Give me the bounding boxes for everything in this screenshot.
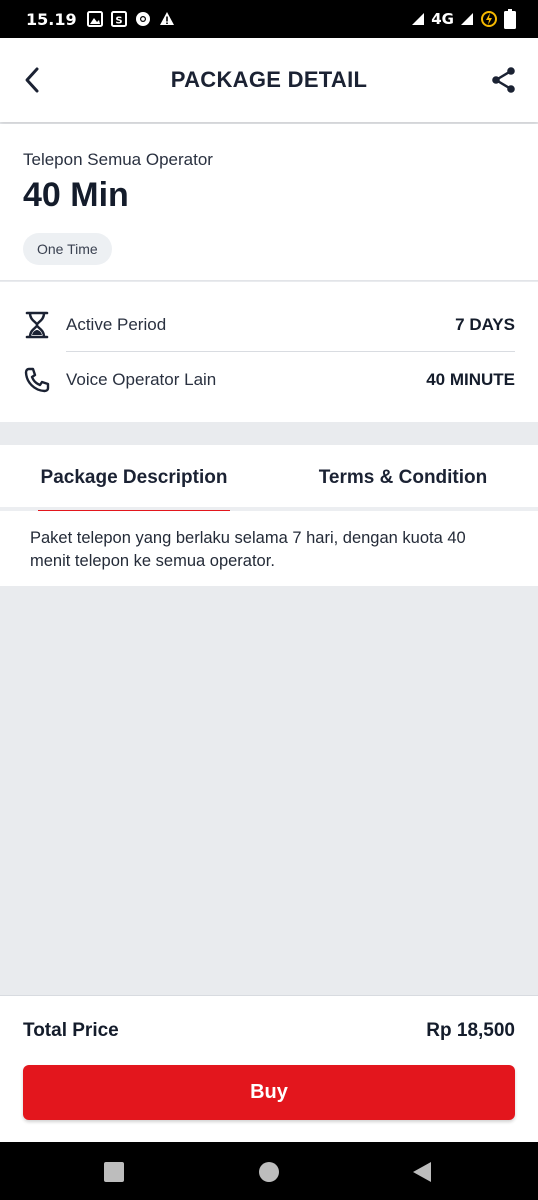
system-back-button[interactable] bbox=[410, 1160, 434, 1184]
detail-value: 40 MINUTE bbox=[426, 370, 515, 389]
tab-package-description[interactable]: Package Description bbox=[38, 445, 230, 515]
system-nav-bar bbox=[0, 1142, 538, 1200]
hourglass-icon bbox=[23, 311, 51, 339]
share-button[interactable] bbox=[488, 64, 520, 96]
package-details: Active Period 7 DAYS Voice Operator Lain… bbox=[0, 282, 538, 422]
screenshot-notification-icon: S bbox=[110, 11, 127, 27]
square-icon bbox=[104, 1162, 124, 1182]
circle-icon bbox=[259, 1162, 279, 1182]
chevron-left-icon bbox=[25, 67, 39, 93]
recents-button[interactable] bbox=[102, 1160, 126, 1184]
package-description-text: Paket telepon yang berlaku selama 7 hari… bbox=[0, 511, 538, 586]
gallery-notification-icon bbox=[86, 11, 103, 27]
notification-icons: S bbox=[86, 11, 175, 27]
package-summary: Telepon Semua Operator 40 Min One Time bbox=[0, 124, 538, 281]
status-time: 15.19 bbox=[26, 9, 77, 29]
tab-terms-condition[interactable]: Terms & Condition bbox=[290, 445, 516, 511]
signal-icon bbox=[412, 13, 425, 25]
page-title: PACKAGE DETAIL bbox=[170, 67, 368, 92]
phone-icon bbox=[23, 366, 51, 394]
network-type: 4G bbox=[431, 10, 454, 28]
tab-bar: Package Description Terms & Condition bbox=[0, 445, 538, 515]
package-subtitle: Telepon Semua Operator bbox=[23, 150, 213, 169]
home-button[interactable] bbox=[257, 1160, 281, 1184]
battery-icon bbox=[504, 9, 516, 29]
detail-label: Active Period bbox=[66, 315, 167, 334]
checkout-bar: Total Price Rp 18,500 Buy bbox=[0, 995, 538, 1142]
data-saver-icon bbox=[481, 11, 497, 27]
status-bar: 15.19 S 4G bbox=[0, 0, 538, 38]
detail-value: 7 DAYS bbox=[455, 315, 515, 334]
total-price-label: Total Price bbox=[23, 1020, 119, 1041]
chrome-notification-icon bbox=[135, 11, 151, 27]
status-right: 4G bbox=[411, 9, 516, 29]
signal-icon-2 bbox=[461, 13, 473, 25]
package-type-chip: One Time bbox=[23, 233, 112, 265]
share-icon bbox=[492, 67, 515, 93]
package-quota: 40 Min bbox=[23, 176, 129, 214]
detail-label: Voice Operator Lain bbox=[66, 370, 217, 389]
detail-row-active-period: Active Period 7 DAYS bbox=[0, 297, 538, 353]
warning-notification-icon bbox=[159, 11, 175, 27]
app-bar: PACKAGE DETAIL bbox=[0, 38, 538, 122]
svg-text:S: S bbox=[115, 16, 122, 27]
total-price-value: Rp 18,500 bbox=[426, 1020, 515, 1041]
back-button[interactable] bbox=[18, 64, 46, 96]
buy-button[interactable]: Buy bbox=[23, 1065, 515, 1120]
triangle-back-icon bbox=[413, 1162, 431, 1182]
detail-row-voice: Voice Operator Lain 40 MINUTE bbox=[0, 352, 538, 408]
